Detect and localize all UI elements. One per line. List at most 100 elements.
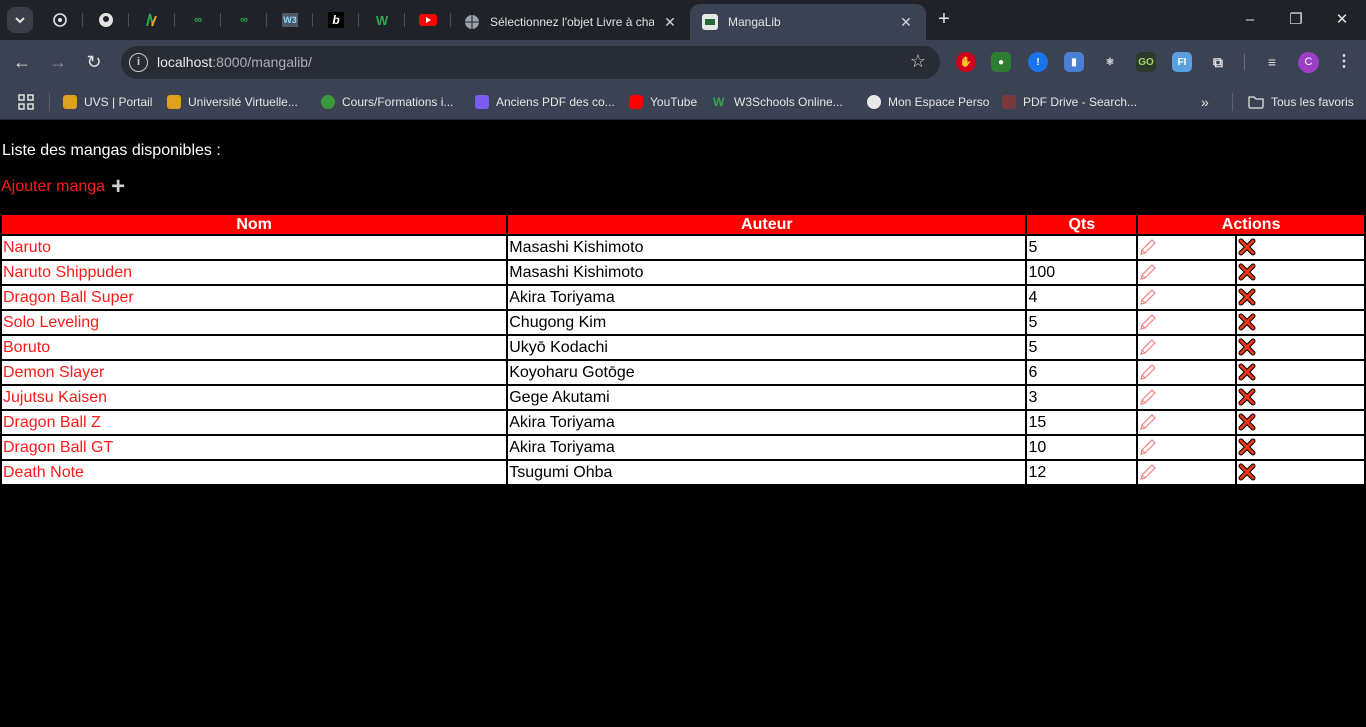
delete-x-icon[interactable] bbox=[1238, 238, 1256, 256]
manga-name-link[interactable]: Naruto Shippuden bbox=[2, 261, 507, 284]
minimize-button[interactable]: – bbox=[1228, 6, 1272, 34]
delete-action-cell[interactable] bbox=[1237, 361, 1364, 384]
pencil-icon[interactable] bbox=[1139, 239, 1157, 256]
delete-x-icon[interactable] bbox=[1238, 263, 1256, 281]
tab-selectionnez[interactable]: Sélectionnez l'objet Livre à chan ✕ bbox=[452, 4, 690, 40]
pinned-tab-uvs[interactable] bbox=[140, 8, 164, 32]
pencil-icon[interactable] bbox=[1139, 414, 1157, 431]
bookmark-espace-perso[interactable]: Mon Espace Perso bbox=[867, 92, 989, 112]
bookmark-anciens-pdf[interactable]: Anciens PDF des co... bbox=[475, 92, 615, 112]
reload-button[interactable]: ↻ bbox=[82, 50, 106, 74]
tab-mangalib[interactable]: MangaLib ✕ bbox=[690, 4, 926, 40]
add-manga-link[interactable]: Ajouter manga + bbox=[1, 175, 125, 199]
bookmark-universite[interactable]: Université Virtuelle... bbox=[167, 92, 298, 112]
pinned-tab-geeks-2[interactable]: ∞ bbox=[232, 8, 256, 32]
pinned-tab-w3schools[interactable]: W bbox=[370, 8, 394, 32]
media-queue-icon[interactable]: ≡ bbox=[1262, 52, 1282, 72]
bookmark-cours[interactable]: Cours/Formations i... bbox=[321, 92, 453, 112]
manga-name-link[interactable]: Dragon Ball Super bbox=[2, 286, 507, 309]
pencil-icon[interactable] bbox=[1139, 389, 1157, 406]
menu-kebab-icon[interactable]: ⋮ bbox=[1334, 52, 1354, 72]
delete-action-cell[interactable] bbox=[1237, 461, 1364, 484]
manga-name-link[interactable]: Dragon Ball GT bbox=[2, 436, 507, 459]
color-extension-icon[interactable]: ● bbox=[991, 52, 1011, 72]
pencil-icon[interactable] bbox=[1139, 264, 1157, 281]
pinned-tab-github[interactable] bbox=[94, 8, 118, 32]
pinned-tab-chatgpt[interactable] bbox=[48, 8, 72, 32]
edit-action-cell[interactable] bbox=[1138, 461, 1236, 484]
pencil-icon[interactable] bbox=[1139, 364, 1157, 381]
delete-x-icon[interactable] bbox=[1238, 413, 1256, 431]
pencil-icon[interactable] bbox=[1139, 464, 1157, 481]
table-row: Naruto Shippuden Masashi Kishimoto 100 bbox=[2, 261, 1364, 284]
apps-grid-icon[interactable] bbox=[18, 92, 34, 112]
bookmark-star-icon[interactable]: ☆ bbox=[910, 51, 926, 72]
delete-x-icon[interactable] bbox=[1238, 388, 1256, 406]
manga-name-link[interactable]: Naruto bbox=[2, 236, 507, 259]
delete-action-cell[interactable] bbox=[1237, 311, 1364, 334]
delete-x-icon[interactable] bbox=[1238, 363, 1256, 381]
bookmark-w3schools[interactable]: W W3Schools Online... bbox=[713, 92, 843, 112]
edit-action-cell[interactable] bbox=[1138, 261, 1236, 284]
bookmark-uvs[interactable]: UVS | Portail bbox=[63, 92, 152, 112]
fi-extension-icon[interactable]: FI bbox=[1172, 52, 1192, 72]
close-window-button[interactable]: ✕ bbox=[1320, 6, 1364, 34]
more-bookmarks-chevron-icon[interactable]: » bbox=[1201, 92, 1209, 112]
react-extension-icon[interactable]: ⚛ bbox=[1100, 52, 1120, 72]
delete-action-cell[interactable] bbox=[1237, 261, 1364, 284]
docs-extension-icon[interactable]: ▮ bbox=[1064, 52, 1084, 72]
manga-name-link[interactable]: Solo Leveling bbox=[2, 311, 507, 334]
delete-action-cell[interactable] bbox=[1237, 411, 1364, 434]
edit-action-cell[interactable] bbox=[1138, 236, 1236, 259]
pinned-tab-b[interactable]: b bbox=[324, 8, 348, 32]
edit-action-cell[interactable] bbox=[1138, 336, 1236, 359]
manga-name-link[interactable]: Dragon Ball Z bbox=[2, 411, 507, 434]
edit-action-cell[interactable] bbox=[1138, 436, 1236, 459]
plus-icon[interactable]: + bbox=[111, 175, 125, 199]
restore-button[interactable]: ❐ bbox=[1274, 6, 1318, 34]
new-tab-button[interactable]: + bbox=[932, 8, 956, 32]
delete-action-cell[interactable] bbox=[1237, 436, 1364, 459]
pencil-icon[interactable] bbox=[1139, 439, 1157, 456]
delete-action-cell[interactable] bbox=[1237, 336, 1364, 359]
bookmark-youtube[interactable]: YouTube bbox=[629, 92, 697, 112]
close-icon[interactable]: ✕ bbox=[662, 14, 678, 31]
delete-action-cell[interactable] bbox=[1237, 386, 1364, 409]
edit-action-cell[interactable] bbox=[1138, 311, 1236, 334]
delete-x-icon[interactable] bbox=[1238, 463, 1256, 481]
delete-x-icon[interactable] bbox=[1238, 438, 1256, 456]
delete-action-cell[interactable] bbox=[1237, 236, 1364, 259]
edit-action-cell[interactable] bbox=[1138, 386, 1236, 409]
go-extension-icon[interactable]: GO bbox=[1136, 52, 1156, 72]
bitwarden-extension-icon[interactable]: ! bbox=[1028, 52, 1048, 72]
extensions-puzzle-icon[interactable]: ⧉ bbox=[1208, 52, 1228, 72]
back-button[interactable]: ← bbox=[10, 50, 34, 74]
edit-action-cell[interactable] bbox=[1138, 286, 1236, 309]
manga-name-link[interactable]: Death Note bbox=[2, 461, 507, 484]
manga-name-link[interactable]: Boruto bbox=[2, 336, 507, 359]
forward-button[interactable]: → bbox=[46, 50, 70, 74]
manga-name-link[interactable]: Jujutsu Kaisen bbox=[2, 386, 507, 409]
edit-action-cell[interactable] bbox=[1138, 361, 1236, 384]
bookmark-pdf-drive[interactable]: PDF Drive - Search... bbox=[1002, 92, 1137, 112]
profile-avatar[interactable]: C bbox=[1298, 52, 1319, 73]
site-info-icon[interactable]: i bbox=[129, 53, 148, 72]
pinned-tab-w3[interactable]: W3 bbox=[278, 8, 302, 32]
pencil-icon[interactable] bbox=[1139, 339, 1157, 356]
pinned-tab-geeks-1[interactable]: ∞ bbox=[186, 8, 210, 32]
all-bookmarks-folder[interactable]: Tous les favoris bbox=[1248, 92, 1354, 112]
delete-action-cell[interactable] bbox=[1237, 286, 1364, 309]
close-icon[interactable]: ✕ bbox=[898, 14, 914, 31]
pencil-icon[interactable] bbox=[1139, 314, 1157, 331]
tab-search-button[interactable] bbox=[7, 7, 33, 33]
edit-action-cell[interactable] bbox=[1138, 411, 1236, 434]
adblock-extension-icon[interactable]: ✋ bbox=[956, 52, 976, 72]
delete-x-icon[interactable] bbox=[1238, 288, 1256, 306]
add-manga-label[interactable]: Ajouter manga bbox=[1, 178, 105, 196]
pencil-icon[interactable] bbox=[1139, 289, 1157, 306]
address-bar[interactable]: i localhost:8000/mangalib/ ☆ bbox=[121, 46, 940, 79]
delete-x-icon[interactable] bbox=[1238, 313, 1256, 331]
pinned-tab-youtube[interactable] bbox=[416, 8, 440, 32]
manga-name-link[interactable]: Demon Slayer bbox=[2, 361, 507, 384]
delete-x-icon[interactable] bbox=[1238, 338, 1256, 356]
